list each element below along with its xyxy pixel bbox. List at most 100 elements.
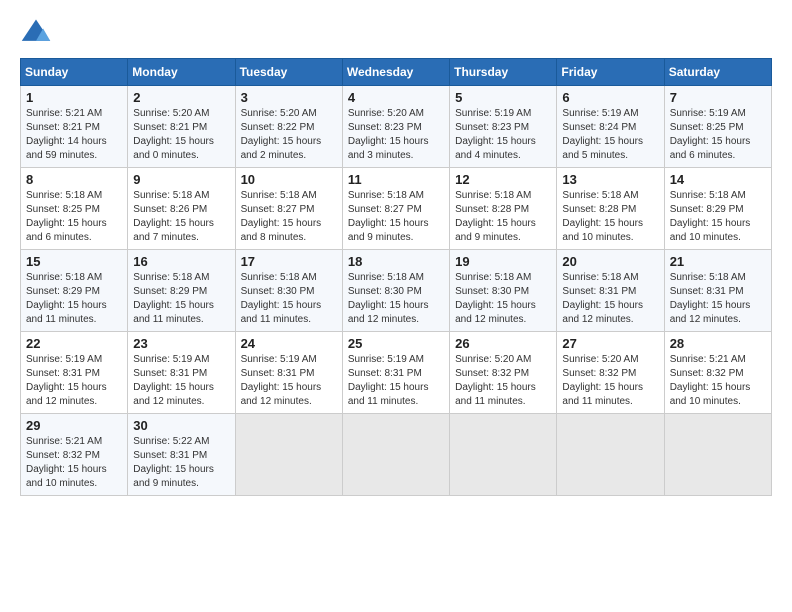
calendar-cell bbox=[557, 414, 664, 496]
day-info: Sunrise: 5:19 AMSunset: 8:31 PMDaylight:… bbox=[133, 353, 229, 409]
calendar-cell: 5 Sunrise: 5:19 AMSunset: 8:23 PMDaylight… bbox=[450, 86, 557, 168]
calendar-cell: 27 Sunrise: 5:20 AMSunset: 8:32 PMDayligh… bbox=[557, 332, 664, 414]
calendar-cell: 7 Sunrise: 5:19 AMSunset: 8:25 PMDaylight… bbox=[664, 86, 771, 168]
calendar-cell: 26 Sunrise: 5:20 AMSunset: 8:32 PMDayligh… bbox=[450, 332, 557, 414]
day-number: 22 bbox=[26, 336, 122, 351]
calendar-cell: 9 Sunrise: 5:18 AMSunset: 8:26 PMDaylight… bbox=[128, 168, 235, 250]
calendar-cell: 22 Sunrise: 5:19 AMSunset: 8:31 PMDayligh… bbox=[21, 332, 128, 414]
calendar-cell: 2Sunrise: 5:20 AMSunset: 8:21 PMDaylight… bbox=[128, 86, 235, 168]
header-cell-wednesday: Wednesday bbox=[342, 59, 449, 86]
calendar-cell: 4 Sunrise: 5:20 AMSunset: 8:23 PMDaylight… bbox=[342, 86, 449, 168]
calendar-cell: 28 Sunrise: 5:21 AMSunset: 8:32 PMDayligh… bbox=[664, 332, 771, 414]
calendar-week-3: 15 Sunrise: 5:18 AMSunset: 8:29 PMDayligh… bbox=[21, 250, 772, 332]
day-info: Sunrise: 5:20 AMSunset: 8:32 PMDaylight:… bbox=[455, 353, 551, 409]
calendar-cell: 25 Sunrise: 5:19 AMSunset: 8:31 PMDayligh… bbox=[342, 332, 449, 414]
calendar-header: SundayMondayTuesdayWednesdayThursdayFrid… bbox=[21, 59, 772, 86]
calendar-cell bbox=[235, 414, 342, 496]
header-cell-thursday: Thursday bbox=[450, 59, 557, 86]
header-cell-friday: Friday bbox=[557, 59, 664, 86]
day-info: Sunrise: 5:21 AMSunset: 8:32 PMDaylight:… bbox=[670, 353, 766, 409]
calendar-cell bbox=[664, 414, 771, 496]
day-info: Sunrise: 5:18 AMSunset: 8:30 PMDaylight:… bbox=[455, 271, 551, 327]
day-info: Sunrise: 5:19 AMSunset: 8:25 PMDaylight:… bbox=[670, 107, 766, 163]
header-cell-monday: Monday bbox=[128, 59, 235, 86]
day-info: Sunrise: 5:19 AMSunset: 8:23 PMDaylight:… bbox=[455, 107, 551, 163]
calendar-cell: 6Sunrise: 5:19 AMSunset: 8:24 PMDaylight… bbox=[557, 86, 664, 168]
calendar-week-4: 22 Sunrise: 5:19 AMSunset: 8:31 PMDayligh… bbox=[21, 332, 772, 414]
day-number: 5 bbox=[455, 90, 551, 105]
calendar-cell: 12 Sunrise: 5:18 AMSunset: 8:28 PMDayligh… bbox=[450, 168, 557, 250]
day-number: 16 bbox=[133, 254, 229, 269]
day-info: Sunrise: 5:18 AMSunset: 8:30 PMDaylight:… bbox=[241, 271, 337, 327]
day-number: 26 bbox=[455, 336, 551, 351]
calendar-cell: 8 Sunrise: 5:18 AMSunset: 8:25 PMDaylight… bbox=[21, 168, 128, 250]
day-number: 23 bbox=[133, 336, 229, 351]
day-info: Sunrise: 5:18 AMSunset: 8:29 PMDaylight:… bbox=[670, 189, 766, 245]
day-info: Sunrise: 5:18 AMSunset: 8:27 PMDaylight:… bbox=[241, 189, 337, 245]
day-number: 28 bbox=[670, 336, 766, 351]
day-info: Sunrise: 5:19 AMSunset: 8:31 PMDaylight:… bbox=[26, 353, 122, 409]
day-number: 17 bbox=[241, 254, 337, 269]
calendar-cell: 15 Sunrise: 5:18 AMSunset: 8:29 PMDayligh… bbox=[21, 250, 128, 332]
day-info: Sunrise: 5:18 AMSunset: 8:31 PMDaylight:… bbox=[562, 271, 658, 327]
day-number: 14 bbox=[670, 172, 766, 187]
day-number: 4 bbox=[348, 90, 444, 105]
day-info: Sunrise: 5:21 AMSunset: 8:32 PMDaylight:… bbox=[26, 435, 122, 491]
calendar-cell: 21 Sunrise: 5:18 AMSunset: 8:31 PMDayligh… bbox=[664, 250, 771, 332]
day-info: Sunrise: 5:21 AMSunset: 8:21 PMDaylight:… bbox=[26, 107, 122, 163]
calendar-week-1: 1 Sunrise: 5:21 AMSunset: 8:21 PMDaylight… bbox=[21, 86, 772, 168]
day-number: 24 bbox=[241, 336, 337, 351]
day-number: 21 bbox=[670, 254, 766, 269]
calendar-cell: 1 Sunrise: 5:21 AMSunset: 8:21 PMDaylight… bbox=[21, 86, 128, 168]
day-number: 27 bbox=[562, 336, 658, 351]
day-number: 8 bbox=[26, 172, 122, 187]
day-number: 19 bbox=[455, 254, 551, 269]
day-number: 9 bbox=[133, 172, 229, 187]
day-number: 13 bbox=[562, 172, 658, 187]
day-info: Sunrise: 5:18 AMSunset: 8:29 PMDaylight:… bbox=[26, 271, 122, 327]
day-info: Sunrise: 5:18 AMSunset: 8:28 PMDaylight:… bbox=[562, 189, 658, 245]
calendar-cell: 20Sunrise: 5:18 AMSunset: 8:31 PMDayligh… bbox=[557, 250, 664, 332]
calendar-week-5: 29Sunrise: 5:21 AMSunset: 8:32 PMDayligh… bbox=[21, 414, 772, 496]
day-number: 18 bbox=[348, 254, 444, 269]
day-number: 11 bbox=[348, 172, 444, 187]
calendar-cell: 18Sunrise: 5:18 AMSunset: 8:30 PMDayligh… bbox=[342, 250, 449, 332]
calendar-cell: 13 Sunrise: 5:18 AMSunset: 8:28 PMDayligh… bbox=[557, 168, 664, 250]
calendar-body: 1 Sunrise: 5:21 AMSunset: 8:21 PMDaylight… bbox=[21, 86, 772, 496]
calendar-cell bbox=[450, 414, 557, 496]
day-number: 25 bbox=[348, 336, 444, 351]
day-info: Sunrise: 5:20 AMSunset: 8:32 PMDaylight:… bbox=[562, 353, 658, 409]
calendar-cell: 10 Sunrise: 5:18 AMSunset: 8:27 PMDayligh… bbox=[235, 168, 342, 250]
day-number: 7 bbox=[670, 90, 766, 105]
day-number: 1 bbox=[26, 90, 122, 105]
day-info: Sunrise: 5:20 AMSunset: 8:23 PMDaylight:… bbox=[348, 107, 444, 163]
day-info: Sunrise: 5:19 AMSunset: 8:31 PMDaylight:… bbox=[348, 353, 444, 409]
day-info: Sunrise: 5:18 AMSunset: 8:28 PMDaylight:… bbox=[455, 189, 551, 245]
day-info: Sunrise: 5:22 AMSunset: 8:31 PMDaylight:… bbox=[133, 435, 229, 491]
logo-icon bbox=[20, 16, 52, 48]
day-number: 15 bbox=[26, 254, 122, 269]
day-info: Sunrise: 5:18 AMSunset: 8:31 PMDaylight:… bbox=[670, 271, 766, 327]
page: SundayMondayTuesdayWednesdayThursdayFrid… bbox=[0, 0, 792, 612]
calendar-cell: 16 Sunrise: 5:18 AMSunset: 8:29 PMDayligh… bbox=[128, 250, 235, 332]
header-row: SundayMondayTuesdayWednesdayThursdayFrid… bbox=[21, 59, 772, 86]
day-info: Sunrise: 5:18 AMSunset: 8:25 PMDaylight:… bbox=[26, 189, 122, 245]
calendar-cell: 30Sunrise: 5:22 AMSunset: 8:31 PMDayligh… bbox=[128, 414, 235, 496]
day-info: Sunrise: 5:18 AMSunset: 8:26 PMDaylight:… bbox=[133, 189, 229, 245]
day-number: 10 bbox=[241, 172, 337, 187]
header bbox=[20, 16, 772, 48]
calendar-cell: 3Sunrise: 5:20 AMSunset: 8:22 PMDaylight… bbox=[235, 86, 342, 168]
calendar-cell: 24Sunrise: 5:19 AMSunset: 8:31 PMDayligh… bbox=[235, 332, 342, 414]
logo bbox=[20, 16, 56, 48]
header-cell-tuesday: Tuesday bbox=[235, 59, 342, 86]
header-cell-saturday: Saturday bbox=[664, 59, 771, 86]
day-info: Sunrise: 5:18 AMSunset: 8:27 PMDaylight:… bbox=[348, 189, 444, 245]
calendar-week-2: 8 Sunrise: 5:18 AMSunset: 8:25 PMDaylight… bbox=[21, 168, 772, 250]
day-number: 12 bbox=[455, 172, 551, 187]
calendar-cell: 14 Sunrise: 5:18 AMSunset: 8:29 PMDayligh… bbox=[664, 168, 771, 250]
day-number: 6 bbox=[562, 90, 658, 105]
calendar-cell: 17 Sunrise: 5:18 AMSunset: 8:30 PMDayligh… bbox=[235, 250, 342, 332]
calendar-table: SundayMondayTuesdayWednesdayThursdayFrid… bbox=[20, 58, 772, 496]
day-info: Sunrise: 5:18 AMSunset: 8:29 PMDaylight:… bbox=[133, 271, 229, 327]
calendar-cell: 29Sunrise: 5:21 AMSunset: 8:32 PMDayligh… bbox=[21, 414, 128, 496]
